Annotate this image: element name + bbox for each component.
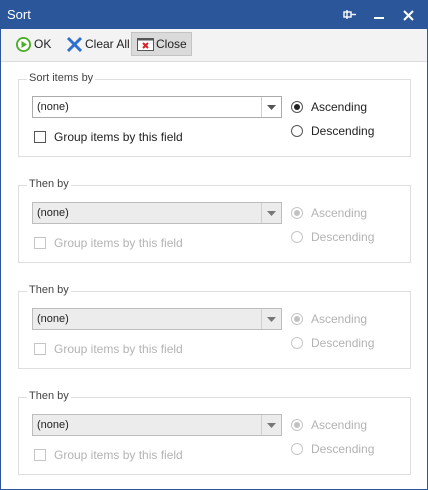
chevron-down-icon[interactable] (261, 309, 281, 329)
radio-circle[interactable] (291, 101, 303, 113)
group-by-checkbox[interactable]: Group items by this field (34, 130, 183, 144)
radio-circle (291, 337, 303, 349)
descending-label: Descending (311, 336, 375, 350)
chevron-down-icon[interactable] (261, 415, 281, 435)
pin-icon[interactable] (339, 5, 361, 25)
chevron-down-icon[interactable] (261, 97, 281, 117)
combo-value: (none) (37, 419, 69, 431)
radio-circle (291, 313, 303, 325)
minimize-icon[interactable] (368, 5, 390, 25)
sort-field-combo[interactable]: (none) (32, 414, 282, 436)
ascending-label: Ascending (311, 418, 368, 432)
ascending-radio: Ascending (291, 206, 367, 220)
radio-dot (294, 210, 300, 216)
radio-circle (291, 231, 303, 243)
group-legend: Then by (27, 178, 71, 190)
window-title: Sort (7, 7, 31, 22)
descending-label: Descending (311, 230, 375, 244)
close-label: Close (156, 37, 187, 51)
checkbox-box (34, 449, 46, 461)
close-button[interactable]: Close (131, 32, 192, 56)
group-by-checkbox: Group items by this field (34, 448, 183, 462)
title-bar[interactable]: Sort (1, 1, 427, 29)
play-icon (14, 35, 32, 53)
radio-dot (294, 316, 300, 322)
sort-field-combo[interactable]: (none) (32, 202, 282, 224)
ascending-label: Ascending (311, 206, 368, 220)
group-legend: Sort items by (27, 72, 96, 84)
sort-dialog: Sort OK Clear All Close Sort items by (n… (0, 0, 428, 490)
clear-all-label: Clear All (85, 37, 130, 51)
group-legend: Then by (27, 390, 71, 402)
close-window-icon (136, 35, 154, 53)
sort-field-combo[interactable]: (none) (32, 96, 282, 118)
group-by-checkbox: Group items by this field (34, 236, 183, 250)
ascending-radio[interactable]: Ascending (291, 100, 367, 114)
combo-value: (none) (37, 207, 69, 219)
sort-group-3: Then by (none) Group items by this field… (18, 284, 411, 369)
group-by-label: Group items by this field (54, 130, 183, 144)
radio-circle (291, 443, 303, 455)
sort-group-1: Sort items by (none) Group items by this… (18, 72, 411, 157)
descending-label: Descending (311, 442, 375, 456)
clear-x-icon (65, 35, 83, 53)
radio-circle (291, 419, 303, 431)
sort-group-2: Then by (none) Group items by this field… (18, 178, 411, 263)
sort-group-4: Then by (none) Group items by this field… (18, 390, 411, 475)
descending-radio: Descending (291, 442, 374, 456)
radio-circle[interactable] (291, 125, 303, 137)
descending-radio[interactable]: Descending (291, 124, 374, 138)
group-by-checkbox: Group items by this field (34, 342, 183, 356)
ascending-radio: Ascending (291, 312, 367, 326)
radio-circle (291, 207, 303, 219)
radio-dot (294, 422, 300, 428)
close-icon[interactable] (397, 5, 419, 25)
ascending-label: Ascending (311, 100, 368, 114)
chevron-down-icon[interactable] (261, 203, 281, 223)
combo-value: (none) (37, 313, 69, 325)
checkbox-box (34, 343, 46, 355)
sort-field-combo[interactable]: (none) (32, 308, 282, 330)
descending-radio: Descending (291, 336, 374, 350)
ascending-label: Ascending (311, 312, 368, 326)
toolbar: OK Clear All Close (1, 29, 427, 62)
clear-all-button[interactable]: Clear All (61, 32, 134, 56)
descending-label: Descending (311, 124, 375, 138)
group-legend: Then by (27, 284, 71, 296)
ascending-radio: Ascending (291, 418, 367, 432)
group-by-label: Group items by this field (54, 448, 183, 462)
combo-value: (none) (37, 101, 69, 113)
checkbox-box[interactable] (34, 131, 46, 143)
group-by-label: Group items by this field (54, 342, 183, 356)
ok-button[interactable]: OK (10, 32, 55, 56)
descending-radio: Descending (291, 230, 374, 244)
group-by-label: Group items by this field (54, 236, 183, 250)
radio-dot (294, 104, 300, 110)
checkbox-box (34, 237, 46, 249)
ok-label: OK (34, 37, 52, 51)
